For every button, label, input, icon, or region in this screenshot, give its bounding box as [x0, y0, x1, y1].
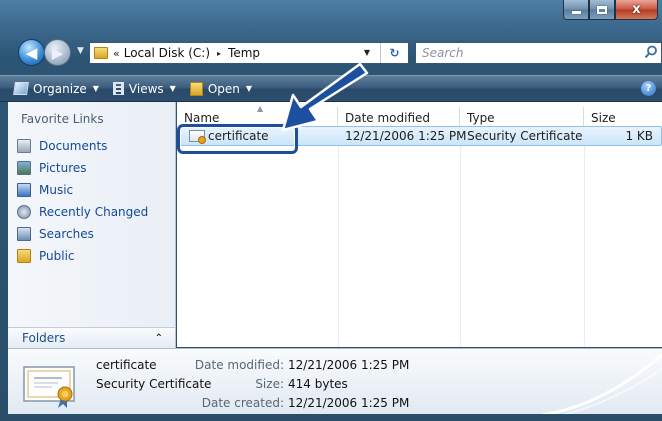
refresh-icon: ↻ [389, 46, 400, 60]
views-icon [112, 82, 124, 95]
refresh-button[interactable]: ↻ [380, 43, 408, 63]
recently-changed-icon [17, 205, 31, 219]
breadcrumb-local-disk[interactable]: Local Disk (C:) [124, 46, 210, 60]
file-type: Security Certificate [467, 129, 583, 143]
forward-arrow-icon: ▶ [51, 43, 64, 62]
meta-label: Date modified: [194, 358, 284, 372]
forward-button[interactable]: ▶ [44, 39, 71, 66]
breadcrumb-overflow[interactable]: « [113, 47, 120, 60]
meta-label: Date created: [201, 396, 284, 410]
organize-label: Organize [33, 81, 87, 96]
organize-icon [13, 82, 29, 95]
file-date-modified: 12/21/2006 1:25 PM [345, 129, 467, 143]
maximize-button[interactable] [589, 0, 615, 20]
column-header-label: Size [591, 111, 616, 125]
certificate-thumbnail-icon [23, 366, 75, 408]
nav-item-label: Pictures [39, 161, 87, 175]
maximize-icon [597, 5, 607, 14]
column-header-label: Type [467, 111, 495, 125]
window-controls: x [563, 0, 658, 20]
open-button[interactable]: Open ▼ [189, 81, 253, 96]
decorative-swoosh [542, 353, 662, 414]
chevron-up-icon: ⌃ [154, 332, 163, 344]
folders-label: Folders [22, 331, 66, 345]
meta-value: 12/21/2006 1:25 PM [288, 396, 410, 410]
open-label: Open [207, 81, 240, 96]
views-button[interactable]: Views ▼ [112, 81, 176, 96]
search-placeholder: Search [422, 46, 464, 60]
searches-icon [17, 227, 31, 241]
recent-pages-dropdown[interactable]: ▼ [77, 46, 84, 56]
file-size: 1 KB [625, 129, 653, 143]
chevron-down-icon: ▼ [245, 84, 253, 93]
nav-item-public[interactable]: Public [17, 245, 148, 267]
pictures-icon [17, 161, 31, 175]
close-icon: x [632, 2, 641, 17]
nav-item-label: Public [39, 249, 75, 263]
breadcrumb-temp[interactable]: Temp [228, 46, 260, 60]
breadcrumb-separator-icon[interactable]: ▸ [217, 49, 221, 58]
file-list: ▲ Name Date modified Type Size certificat… [177, 102, 662, 347]
details-file-name: certificate [96, 358, 157, 372]
address-dropdown-icon[interactable]: ▼ [364, 48, 370, 57]
column-header-label: Date modified [345, 111, 431, 125]
back-button[interactable]: ◀ [18, 39, 45, 66]
column-header-label: Name [184, 111, 220, 125]
minimize-icon [571, 11, 581, 14]
minimize-button[interactable] [563, 0, 589, 20]
meta-label: Size: [255, 377, 284, 391]
open-icon [189, 81, 203, 96]
search-icon[interactable] [643, 44, 659, 60]
nav-item-pictures[interactable]: Pictures [17, 157, 148, 179]
organize-button[interactable]: Organize ▼ [13, 81, 99, 96]
command-bar: Organize ▼ Views ▼ Open ▼ ? [0, 75, 662, 102]
nav-item-documents[interactable]: Documents [17, 135, 148, 157]
folders-toggle[interactable]: Folders ⌃ [8, 327, 176, 348]
meta-value: 12/21/2006 1:25 PM [288, 358, 410, 372]
documents-icon [17, 139, 31, 153]
nav-item-searches[interactable]: Searches [17, 223, 148, 245]
folder-icon [94, 47, 108, 59]
meta-value: 414 bytes [288, 377, 348, 391]
column-divider [584, 129, 585, 347]
sort-ascending-icon: ▲ [257, 104, 264, 113]
nav-item-label: Searches [39, 227, 94, 241]
explorer-window: x ◀ ▶ ▼ « Local Disk (C:) ▸ Temp ▼ ↻ Sea… [0, 0, 662, 421]
music-icon [17, 183, 31, 197]
nav-item-label: Music [39, 183, 74, 197]
views-label: Views [128, 81, 164, 96]
nav-item-label: Documents [39, 139, 108, 153]
back-arrow-icon: ◀ [25, 43, 38, 62]
nav-item-recently-changed[interactable]: Recently Changed [17, 201, 148, 223]
details-pane: certificate Security Certificate Date mo… [8, 348, 662, 414]
close-button[interactable]: x [615, 0, 658, 20]
chevron-down-icon: ▼ [169, 84, 176, 93]
details-file-type: Security Certificate [96, 377, 212, 391]
address-bar[interactable]: « Local Disk (C:) ▸ Temp ▼ ↻ [89, 42, 409, 64]
help-icon[interactable]: ? [641, 81, 656, 96]
column-divider [338, 129, 339, 347]
chevron-down-icon: ▼ [92, 84, 99, 93]
navigation-pane: Favorite Links Documents Pictures Music … [8, 102, 176, 347]
public-folder-icon [17, 249, 31, 263]
favorite-links-list: Documents Pictures Music Recently Change… [17, 135, 148, 267]
favorite-links-heading: Favorite Links [21, 112, 104, 126]
column-divider [460, 129, 461, 347]
highlight-callout-ring [177, 124, 298, 154]
nav-item-music[interactable]: Music [17, 179, 148, 201]
nav-item-label: Recently Changed [39, 205, 149, 219]
address-row: ◀ ▶ ▼ « Local Disk (C:) ▸ Temp ▼ ↻ Searc… [0, 36, 662, 72]
search-input[interactable]: Search [415, 42, 662, 64]
